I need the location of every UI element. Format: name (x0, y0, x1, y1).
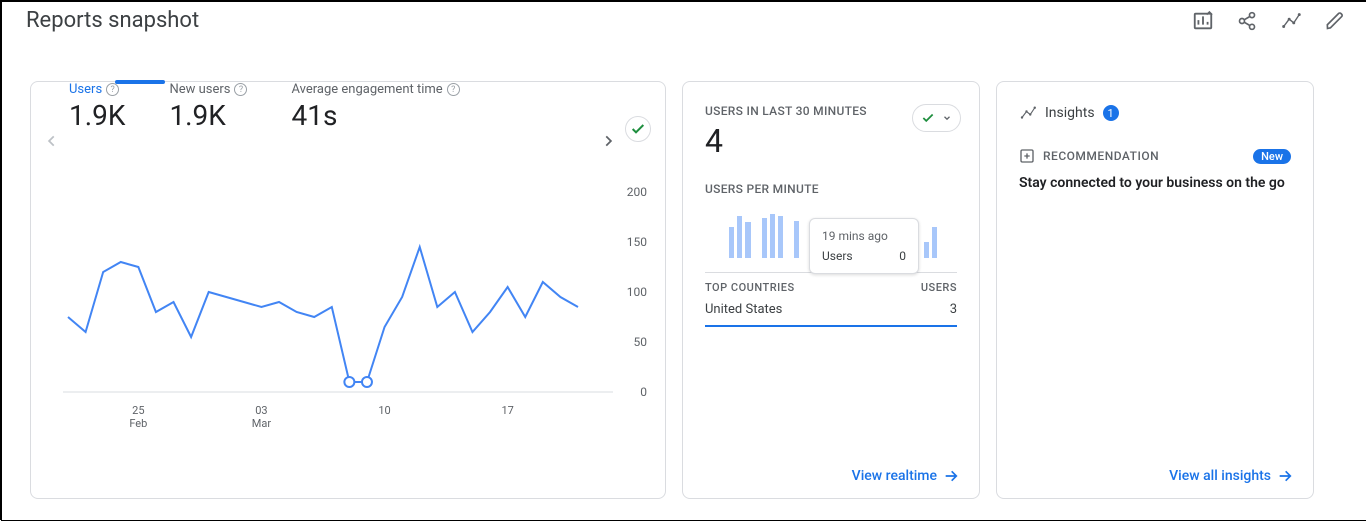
chevron-down-icon (942, 113, 952, 123)
minute-bar[interactable] (770, 214, 775, 258)
users-col-label: USERS (921, 281, 957, 294)
arrow-right-icon (943, 468, 959, 484)
y-axis: 200 150 100 50 0 (617, 192, 647, 392)
minute-bar[interactable] (778, 216, 783, 258)
recommendation-icon (1019, 148, 1035, 164)
page-title: Reports snapshot (26, 8, 199, 33)
country-users: 3 (950, 302, 957, 317)
y-tick: 150 (627, 235, 647, 249)
view-all-insights-link[interactable]: View all insights (1169, 468, 1293, 484)
metric-label: Users (69, 82, 102, 97)
insights-count-badge: 1 (1103, 105, 1119, 121)
recommendation-text: Stay connected to your business on the g… (1019, 174, 1291, 193)
minute-bar[interactable] (794, 221, 799, 258)
content: Users? 1.9K New users? 1.9K Average enga… (2, 41, 1366, 511)
new-badge: New (1253, 149, 1291, 164)
top-countries-label: TOP COUNTRIES (705, 281, 795, 294)
country-name: United States (705, 302, 782, 317)
check-icon (918, 108, 938, 128)
y-tick: 0 (640, 385, 647, 399)
x-tick: 03Mar (241, 404, 281, 430)
recommendation-label: RECOMMENDATION (1043, 149, 1159, 163)
per-minute-label: USERS PER MINUTE (705, 182, 957, 196)
line-chart: 200 150 100 50 0 25Feb 03Mar 10 17 (63, 192, 647, 484)
minute-bar[interactable] (737, 216, 742, 258)
help-icon[interactable]: ? (234, 83, 247, 96)
y-tick: 50 (634, 335, 648, 349)
country-row: United States 3 (705, 294, 957, 327)
next-metric-button[interactable] (601, 134, 621, 148)
minute-bar[interactable] (729, 227, 734, 258)
insights-header: Insights 1 (1019, 104, 1291, 122)
metric-avg-engagement[interactable]: Average engagement time? 41s (291, 82, 459, 132)
share-icon[interactable] (1236, 10, 1258, 32)
x-tick: 17 (488, 404, 528, 417)
topbar: Reports snapshot (2, 2, 1366, 41)
minute-bar[interactable] (745, 222, 750, 258)
edit-icon[interactable] (1324, 10, 1346, 32)
tooltip-label: Users (822, 249, 853, 263)
view-realtime-link[interactable]: View realtime (852, 468, 959, 484)
x-tick: 10 (365, 404, 405, 417)
tooltip-time: 19 mins ago (822, 229, 906, 243)
link-label: View all insights (1169, 468, 1271, 484)
insights-icon[interactable] (1280, 10, 1302, 32)
realtime-card: USERS IN LAST 30 MINUTES 4 USERS PER MIN… (682, 81, 980, 499)
metric-value: 1.9K (69, 99, 125, 132)
tooltip-value: 0 (899, 249, 906, 263)
insights-card: Insights 1 RECOMMENDATION New Stay conne… (996, 81, 1314, 499)
customize-report-icon[interactable] (1192, 10, 1214, 32)
minute-bar[interactable] (932, 227, 937, 258)
main-chart-card: Users? 1.9K New users? 1.9K Average enga… (30, 81, 666, 499)
sparkline-icon (1019, 104, 1037, 122)
metric-label: Average engagement time (291, 82, 442, 97)
link-label: View realtime (852, 468, 937, 484)
metric-value: 1.9K (169, 99, 247, 132)
x-tick: 25Feb (118, 404, 158, 430)
help-icon[interactable]: ? (106, 83, 119, 96)
line-chart-svg (63, 192, 613, 402)
top-countries: TOP COUNTRIES USERS United States 3 (705, 272, 957, 327)
bar-tooltip: 19 mins ago Users 0 (809, 218, 919, 274)
y-tick: 200 (627, 185, 647, 199)
arrow-right-icon (1277, 468, 1293, 484)
insights-title: Insights (1045, 105, 1095, 121)
metric-value: 41s (291, 99, 459, 132)
topbar-actions (1192, 10, 1346, 32)
metrics-row: Users? 1.9K New users? 1.9K Average enga… (31, 82, 665, 132)
metric-users[interactable]: Users? 1.9K (69, 82, 125, 132)
prev-metric-button[interactable] (45, 134, 65, 148)
metric-label: New users (169, 82, 230, 97)
help-icon[interactable]: ? (447, 83, 460, 96)
metric-new-users[interactable]: New users? 1.9K (169, 82, 247, 132)
minute-bar[interactable] (762, 218, 767, 258)
recommendation-block[interactable]: RECOMMENDATION New Stay connected to you… (1019, 148, 1291, 193)
data-quality-check-dropdown[interactable] (912, 104, 961, 132)
active-tab-indicator (115, 80, 165, 84)
y-tick: 100 (627, 285, 647, 299)
data-quality-check-icon[interactable] (625, 116, 651, 142)
minute-bar[interactable] (924, 242, 929, 258)
